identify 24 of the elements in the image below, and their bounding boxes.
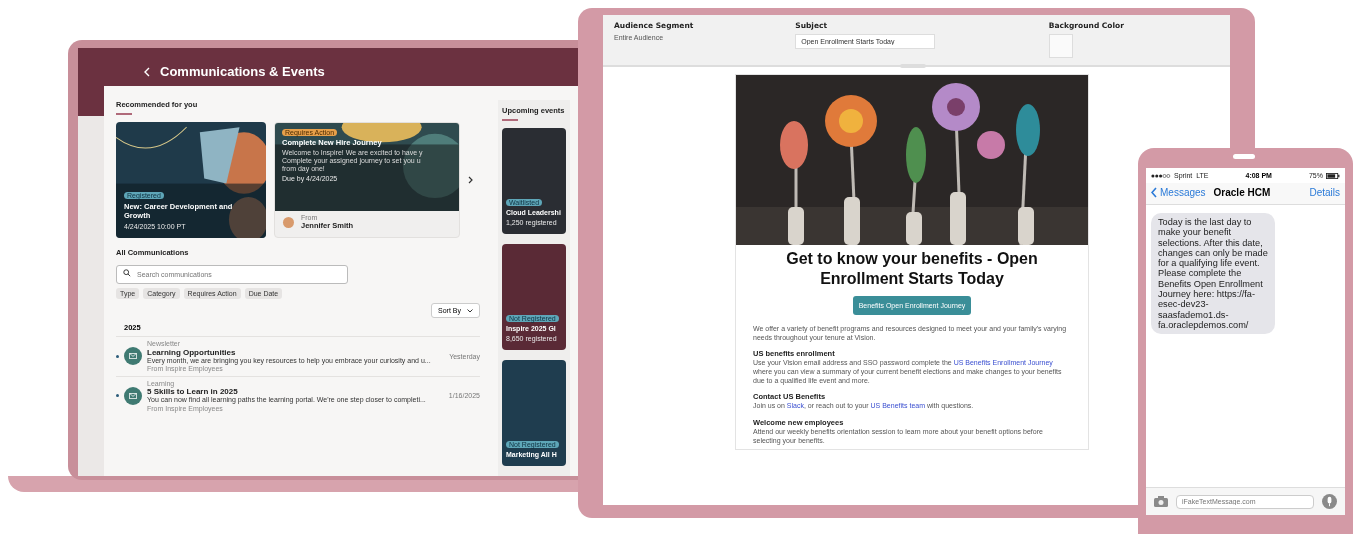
contact-name: Oracle HCM <box>1213 187 1272 198</box>
caret-icon <box>467 308 473 313</box>
heading-underline <box>502 119 518 121</box>
envelope-icon <box>129 392 137 399</box>
color-swatch[interactable] <box>1048 34 1073 58</box>
microphone-icon[interactable] <box>1322 494 1337 509</box>
phone-speaker <box>1233 154 1255 159</box>
chevron-right-icon[interactable] <box>468 176 473 184</box>
communication-title: Learning Opportunities <box>147 347 237 357</box>
back-link[interactable]: Messages <box>1160 187 1206 198</box>
envelope-icon <box>129 353 137 360</box>
person-avatar <box>283 216 294 228</box>
message-bubble: Today is the last day to make your benefit selections. After this date, changes can only be made for a qualifying life event. Please complete the Benefits Open Enrollment Journey here: https://fa-esec-dev23-saasfademo1.ds-fa.oraclepdemos.com/ <box>1151 213 1275 335</box>
battery-icon <box>1326 172 1340 179</box>
back-chevron-icon[interactable] <box>144 67 150 77</box>
chevron-left-icon[interactable] <box>1151 187 1157 198</box>
communication-title: 5 Skills to Learn in 2025 <box>147 387 239 397</box>
search-icon <box>123 269 131 277</box>
page-title: Communications & Events <box>160 64 325 79</box>
signal-icon <box>1151 173 1171 178</box>
email-headline: Get to know your benefits - Open Enrollment Starts Today <box>785 249 1039 289</box>
camera-icon[interactable] <box>1154 496 1168 507</box>
heading-underline <box>116 113 132 115</box>
details-link[interactable]: Details <box>1309 187 1340 198</box>
